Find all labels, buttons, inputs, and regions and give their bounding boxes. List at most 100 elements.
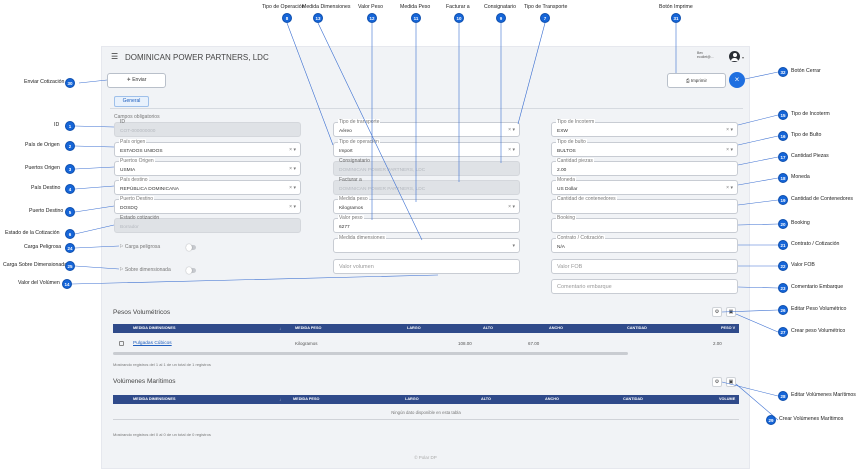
callout-12-text: Valor Peso [358,4,383,10]
comentario-embarque-input[interactable]: Comentario embarque [551,279,738,294]
tipo-bulto-select[interactable]: Tipo de bulto BULTOS × ▾ [551,139,738,157]
valor-peso-input[interactable]: Valor peso 6277 [333,215,520,233]
edit-icon: ⚙ [714,309,720,315]
callout-31-badge: 31 [671,13,681,23]
valor-fob-input[interactable]: Valor FOB [551,259,738,274]
callout-5-badge: 5 [65,207,75,217]
callout-26-badge: 26 [778,305,788,315]
pesos-table-header: MEDIDA DIMENSIONES ↓ MEDIDA PESO LARGO A… [113,324,739,333]
volumenes-title: Volúmenes Marítimos [113,378,176,385]
callout-15-text: Tipo de Incoterm [791,111,830,117]
clear-chevron-icon: × ▾ [289,147,296,153]
callout-23-badge: 23 [778,283,788,293]
callout-8-text: Tipo de Operación [262,4,305,10]
pais-origen-select[interactable]: País origen ESTADOS UNIDOS × ▾ [114,139,301,157]
tipo-incoterm-select[interactable]: Tipo de Incoterm EXW × ▾ [551,119,738,137]
callout-6-badge: 6 [65,229,75,239]
tipo-operacion-select[interactable]: Tipo de operación Import × ▾ [333,139,520,157]
print-button[interactable]: ⎙ Imprimir [667,73,726,88]
callout-27-text: Crear peso Volumétrico [791,328,846,334]
callout-2-text: País de Origen [25,142,60,148]
id-field: ID COT-000000000 [114,119,301,137]
clear-chevron-icon: × ▾ [289,204,296,210]
app-window: ☰ DOMINICAN POWER PARTNERS, LDC Bev ecol… [101,46,750,469]
puerto-destino-select[interactable]: Puerto Destino DOSDQ × ▾ [114,196,301,214]
callout-22-badge: 22 [778,261,788,271]
contrato-cotizacion-input[interactable]: Contrato / Cotización N/A [551,235,738,253]
callout-30-badge: 30 [65,78,75,88]
callout-10-text: Facturar a [446,4,470,10]
callout-28-text: Editar Volúmenes Marítimos [791,392,856,398]
cantidad-contenedores-input[interactable]: Cantidad de contenedores [551,196,738,214]
tab-divider [110,108,743,109]
callout-9-badge: 9 [496,13,506,23]
callout-18-text: Moneda [791,174,810,180]
send-icon: ✈ [126,77,131,83]
callout-24-badge: 24 [65,243,75,253]
callout-11-badge: 11 [411,13,421,23]
close-button[interactable]: × [729,72,745,88]
callout-5-text: Puerto Destino [29,208,64,214]
volumenes-table-header: MEDIDA DIMENSIONES ↓ MEDIDA PESO LARGO A… [113,395,739,404]
callout-3-badge: 3 [65,164,75,174]
cantidad-piezas-input[interactable]: Cantidad piezas 2.00 [551,158,738,176]
callout-11-text: Medida Peso [400,4,431,10]
avatar[interactable] [729,51,740,62]
tipo-transporte-select[interactable]: Tipo de transporte Aéreo × ▾ [333,119,520,137]
clear-chevron-icon: × ▾ [508,147,515,153]
callout-4-badge: 4 [65,184,75,194]
footer-copyright: © Polar DP [414,455,437,460]
carga-peligrosa-toggle[interactable] [186,244,196,251]
create-peso-button[interactable]: ▣ [726,307,736,317]
company-title: DOMINICAN POWER PARTNERS, LDC [125,53,269,62]
facturar-a-field: Facturar a DOMINICAN POWER PARTNERS, LDC [333,177,520,195]
clear-chevron-icon: × ▾ [726,147,733,153]
callout-14-badge: 14 [62,279,72,289]
add-icon: ▣ [728,379,734,385]
callout-3-text: Puertos Origen [25,165,60,171]
puertos-origen-select[interactable]: Puertos Origen USMIA × ▾ [114,158,301,176]
callout-9-text: Consignatario [484,4,517,10]
pesos-footer: Mostrando registros del 1 al 1 de un tot… [113,362,211,367]
clear-chevron-icon: × ▾ [726,185,733,191]
callout-7-badge: 7 [540,13,550,23]
send-button[interactable]: ✈ Enviar [107,73,166,88]
callout-8-badge: 8 [282,13,292,23]
chevron-down-icon[interactable]: ▾ [742,55,744,60]
callout-20-text: Booking [791,220,810,226]
tab-general[interactable]: General [114,96,149,107]
callout-4-text: País Destino [31,185,61,191]
horizontal-scrollbar[interactable] [113,352,628,355]
divider [113,419,739,420]
callout-1-badge: 1 [65,121,75,131]
create-volumenes-button[interactable]: ▣ [726,377,736,387]
volumenes-empty: Ningún dato disponible en esta tabla [391,410,461,415]
callout-15-badge: 15 [778,110,788,120]
row-checkbox[interactable] [119,341,124,346]
callout-25-badge: 25 [65,261,75,271]
close-icon: × [734,75,740,84]
callout-17-badge: 17 [778,152,788,162]
sobre-dimensionada-toggle[interactable] [186,267,196,274]
pais-destino-select[interactable]: País destino REPÚBLICA DOMINICANA × ▾ [114,177,301,195]
volumenes-footer: Mostrando registros del 0 al 0 de un tot… [113,432,211,437]
callout-22-text: Valor FOB [791,262,815,268]
callout-32-badge: 32 [778,67,788,77]
medida-peso-select[interactable]: Medida peso Kilogramos × ▾ [333,196,520,214]
hamburger-menu-icon[interactable]: ☰ [111,52,118,61]
carga-peligrosa-label: ⚐ Carga peligrosa [119,244,161,250]
moneda-select[interactable]: Moneda US Dollar × ▾ [551,177,738,195]
callout-1-text: ID [54,122,60,128]
chevron-down-icon: ▾ [512,243,515,249]
printer-icon: ⎙ [685,78,690,83]
callout-24-text: Carga Peligrosa [24,244,62,250]
row-medida-dimensiones-link[interactable]: Pulgadas Cúbicos [133,341,172,346]
booking-input[interactable]: Booking [551,215,738,233]
valor-volumen-input[interactable]: Valor volumen [333,259,520,274]
sobre-dimensionada-label: ⚐ Sobre dimensionada [119,267,171,273]
edit-volumenes-button[interactable]: ⚙ [712,377,722,387]
medida-dimensiones-select[interactable]: Medida dimensiones ▾ [333,235,520,253]
edit-peso-button[interactable]: ⚙ [712,307,722,317]
callout-29-badge: 29 [766,415,776,425]
callout-18-badge: 18 [778,173,788,183]
